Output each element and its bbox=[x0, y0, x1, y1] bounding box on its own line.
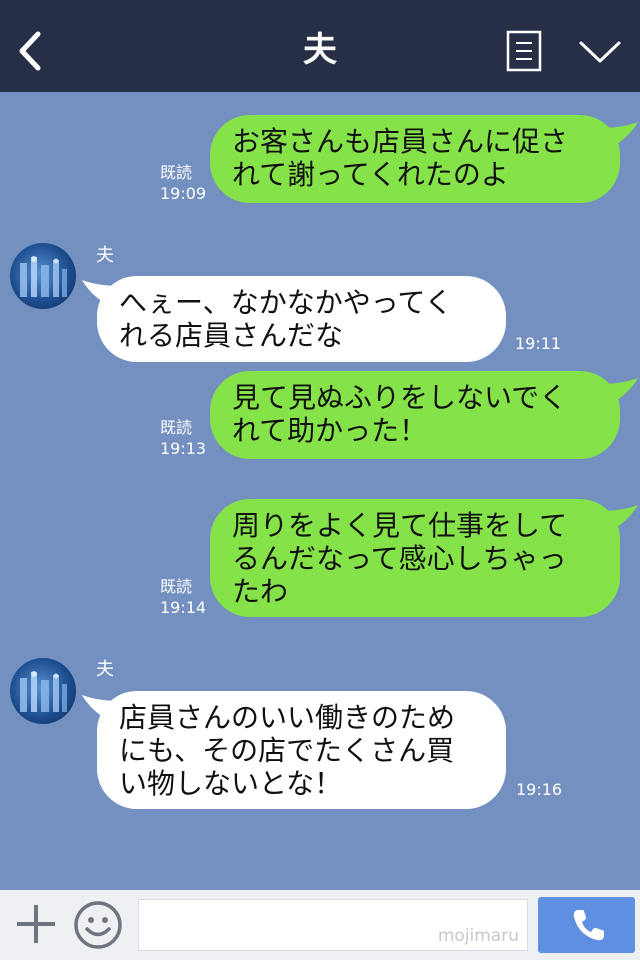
read-receipt: 既読 bbox=[160, 577, 193, 596]
plus-icon bbox=[17, 905, 55, 943]
chevron-down-icon bbox=[579, 41, 621, 63]
watermark: mojimaru bbox=[437, 926, 519, 946]
avatar-image bbox=[20, 671, 67, 712]
chat-title: 夫 bbox=[303, 30, 337, 70]
read-receipt: 既読 bbox=[160, 418, 193, 437]
message-time: 19:14 bbox=[160, 598, 207, 617]
chat-header: 夫 bbox=[0, 0, 640, 92]
message-meta: 既読 19:13 bbox=[160, 417, 206, 459]
avatar-image bbox=[20, 256, 67, 297]
message-line: お客さんも店員さんに促さ bbox=[232, 125, 569, 158]
message-line: い物しないとな！ bbox=[119, 767, 343, 800]
message-line: れて助かった！ bbox=[232, 414, 428, 447]
message-list[interactable]: お客さんも店員さんに促さ れて謝ってくれたのよ 既読 19:09 夫 へぇー、な… bbox=[0, 92, 640, 890]
notes-icon bbox=[506, 30, 542, 72]
message-meta: 既読 19:14 bbox=[160, 576, 206, 618]
message-line: れる店員さんだな bbox=[119, 319, 344, 352]
smiley-icon bbox=[74, 901, 122, 949]
message-line: 見て見ぬふりをしないでく bbox=[232, 381, 568, 414]
message-time: 19:13 bbox=[160, 439, 207, 458]
sent-message-bubble[interactable]: 周りをよく見て仕事をして るんだなって感心しちゃっ たわ bbox=[210, 499, 620, 617]
avatar[interactable] bbox=[10, 658, 76, 724]
received-message-bubble[interactable]: 店員さんのいい働きのため にも、その店でたくさん買 い物しないとな！ bbox=[97, 691, 506, 809]
message-time: 19:16 bbox=[516, 780, 563, 799]
message-line: れて謝ってくれたのよ bbox=[232, 158, 509, 191]
input-bar: mojimaru bbox=[0, 890, 640, 960]
message-line: 店員さんのいい働きのため bbox=[119, 701, 456, 734]
sender-name: 夫 bbox=[96, 659, 114, 680]
message-line: るんだなって感心しちゃっ bbox=[232, 542, 567, 575]
call-button[interactable] bbox=[538, 897, 635, 953]
message-time: 19:09 bbox=[160, 184, 207, 203]
read-receipt: 既読 bbox=[160, 163, 193, 182]
phone-icon bbox=[573, 910, 604, 941]
received-message-bubble[interactable]: へぇー、なかなかやってく れる店員さんだな bbox=[97, 276, 506, 362]
add-attachment-button[interactable] bbox=[14, 902, 58, 946]
menu-toggle-button[interactable] bbox=[578, 38, 622, 66]
avatar[interactable] bbox=[10, 243, 76, 309]
message-line: へぇー、なかなかやってく bbox=[119, 286, 453, 319]
emoji-button[interactable] bbox=[73, 900, 123, 950]
message-input[interactable]: mojimaru bbox=[138, 899, 528, 951]
message-line: たわ bbox=[232, 575, 289, 608]
sent-message-bubble[interactable]: お客さんも店員さんに促さ れて謝ってくれたのよ bbox=[210, 115, 620, 203]
message-meta: 既読 19:09 bbox=[160, 162, 206, 204]
message-line: 周りをよく見て仕事をして bbox=[232, 509, 568, 542]
sender-name: 夫 bbox=[96, 245, 114, 266]
sent-message-bubble[interactable]: 見て見ぬふりをしないでく れて助かった！ bbox=[210, 371, 620, 459]
notes-button[interactable] bbox=[506, 30, 542, 72]
message-line: にも、その店でたくさん買 bbox=[119, 734, 455, 767]
message-time: 19:11 bbox=[515, 334, 562, 353]
